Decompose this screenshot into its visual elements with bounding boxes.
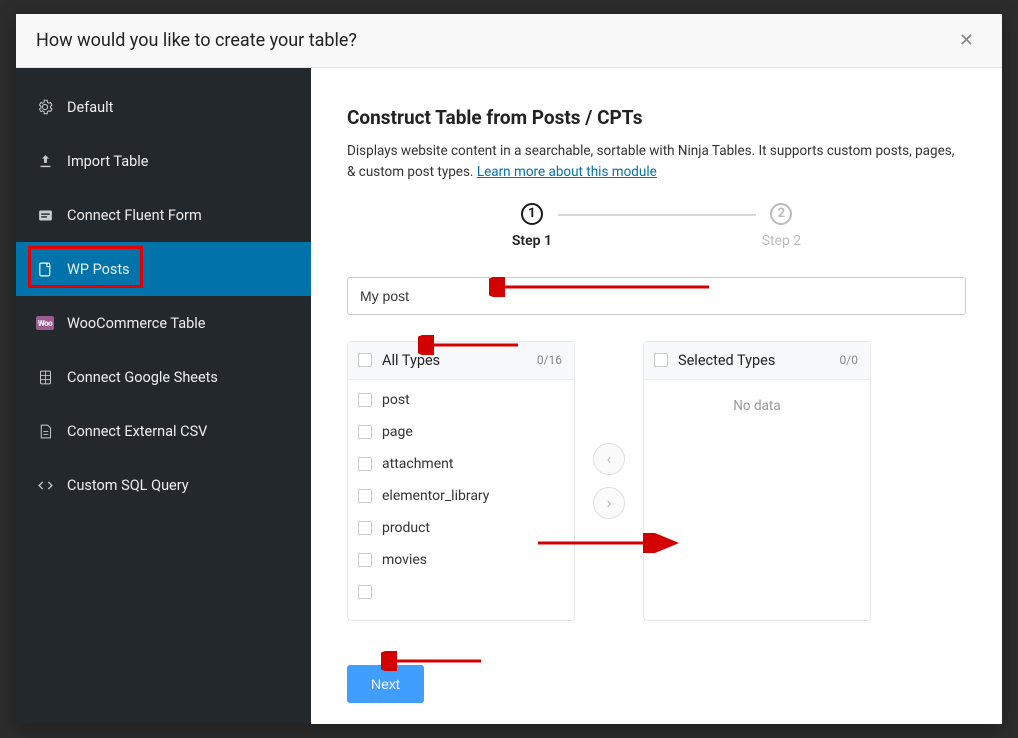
list-item[interactable]: post xyxy=(348,384,574,416)
close-icon[interactable]: ✕ xyxy=(951,26,982,55)
item-label xyxy=(382,584,570,600)
selected-types-count: 0/0 xyxy=(840,353,858,367)
list-item[interactable] xyxy=(348,576,574,608)
all-types-list[interactable]: post page attachment elementor_library p… xyxy=(348,380,574,620)
item-label: product xyxy=(382,520,430,536)
all-types-count: 0/16 xyxy=(537,353,562,367)
selected-types-panel: Selected Types 0/0 No data xyxy=(643,341,871,621)
sidebar-item-import-table[interactable]: Import Table xyxy=(16,134,311,188)
file-icon xyxy=(36,422,54,440)
transfer: All Types 0/16 post page attachment elem… xyxy=(347,341,966,621)
page-title: Construct Table from Posts / CPTs xyxy=(347,106,966,129)
item-checkbox[interactable] xyxy=(358,489,372,503)
selected-types-title: Selected Types xyxy=(678,352,840,369)
transfer-left-button[interactable]: ‹ xyxy=(593,443,625,475)
sidebar: Default Import Table Connect Fluent Form… xyxy=(16,68,311,724)
sidebar-item-label: Connect Google Sheets xyxy=(67,369,291,386)
list-item[interactable]: elementor_library xyxy=(348,480,574,512)
transfer-arrows: ‹ › xyxy=(593,341,625,621)
sidebar-item-label: Connect External CSV xyxy=(67,423,291,440)
item-checkbox[interactable] xyxy=(358,585,372,599)
sidebar-item-woocommerce-table[interactable]: Woo WooCommerce Table xyxy=(16,296,311,350)
item-label: elementor_library xyxy=(382,488,489,504)
sidebar-item-label: Import Table xyxy=(67,153,291,170)
all-types-checkbox[interactable] xyxy=(358,353,372,367)
sheets-icon xyxy=(36,368,54,386)
sidebar-item-default[interactable]: Default xyxy=(16,80,311,134)
transfer-right-button[interactable]: › xyxy=(593,487,625,519)
item-label: attachment xyxy=(382,456,453,472)
next-row: Next xyxy=(347,665,966,703)
sidebar-item-connect-fluent-form[interactable]: Connect Fluent Form xyxy=(16,188,311,242)
next-button[interactable]: Next xyxy=(347,665,424,703)
sidebar-item-custom-sql-query[interactable]: Custom SQL Query xyxy=(16,458,311,512)
sidebar-item-label: Connect Fluent Form xyxy=(67,207,291,224)
item-checkbox[interactable] xyxy=(358,457,372,471)
item-label: post xyxy=(382,392,410,408)
chevron-right-icon: › xyxy=(607,493,612,512)
woocommerce-icon: Woo xyxy=(36,314,54,332)
sidebar-item-wp-posts[interactable]: WP Posts xyxy=(16,242,311,296)
table-title-input[interactable] xyxy=(347,277,966,315)
chevron-left-icon: ‹ xyxy=(607,449,612,468)
list-item[interactable]: product xyxy=(348,512,574,544)
step-1: 1 Step 1 xyxy=(506,203,558,249)
sidebar-item-connect-google-sheets[interactable]: Connect Google Sheets xyxy=(16,350,311,404)
sidebar-item-label: WP Posts xyxy=(67,261,291,278)
posts-icon xyxy=(36,260,54,278)
step-2-label: Step 2 xyxy=(762,233,802,249)
create-table-modal: How would you like to create your table?… xyxy=(16,14,1002,724)
list-item[interactable]: movies xyxy=(348,544,574,576)
sidebar-item-label: Custom SQL Query xyxy=(67,477,291,494)
step-1-label: Step 1 xyxy=(512,233,552,249)
list-item[interactable]: page xyxy=(348,416,574,448)
step-1-circle: 1 xyxy=(521,203,543,225)
all-types-title: All Types xyxy=(382,352,537,369)
form-icon xyxy=(36,206,54,224)
modal-header: How would you like to create your table?… xyxy=(16,14,1002,68)
item-checkbox[interactable] xyxy=(358,425,372,439)
all-types-panel: All Types 0/16 post page attachment elem… xyxy=(347,341,575,621)
item-checkbox[interactable] xyxy=(358,553,372,567)
all-types-header: All Types 0/16 xyxy=(348,342,574,380)
gear-icon xyxy=(36,98,54,116)
upload-icon xyxy=(36,152,54,170)
modal-title: How would you like to create your table? xyxy=(36,30,357,51)
sidebar-item-label: WooCommerce Table xyxy=(67,315,291,332)
step-2: 2 Step 2 xyxy=(756,203,808,249)
selected-types-empty: No data xyxy=(644,380,870,432)
selected-types-header: Selected Types 0/0 xyxy=(644,342,870,380)
selected-types-checkbox[interactable] xyxy=(654,353,668,367)
code-icon xyxy=(36,476,54,494)
item-checkbox[interactable] xyxy=(358,393,372,407)
modal-body: Default Import Table Connect Fluent Form… xyxy=(16,68,1002,724)
page-description: Displays website content in a searchable… xyxy=(347,141,966,183)
list-item[interactable]: attachment xyxy=(348,448,574,480)
sidebar-item-label: Default xyxy=(67,99,291,116)
learn-more-link[interactable]: Learn more about this module xyxy=(477,164,657,180)
item-label: page xyxy=(382,424,413,440)
steps: 1 Step 1 2 Step 2 xyxy=(407,203,906,249)
item-checkbox[interactable] xyxy=(358,521,372,535)
step-2-circle: 2 xyxy=(770,203,792,225)
main-panel: Construct Table from Posts / CPTs Displa… xyxy=(311,68,1002,724)
item-label: movies xyxy=(382,552,427,568)
sidebar-item-connect-external-csv[interactable]: Connect External CSV xyxy=(16,404,311,458)
